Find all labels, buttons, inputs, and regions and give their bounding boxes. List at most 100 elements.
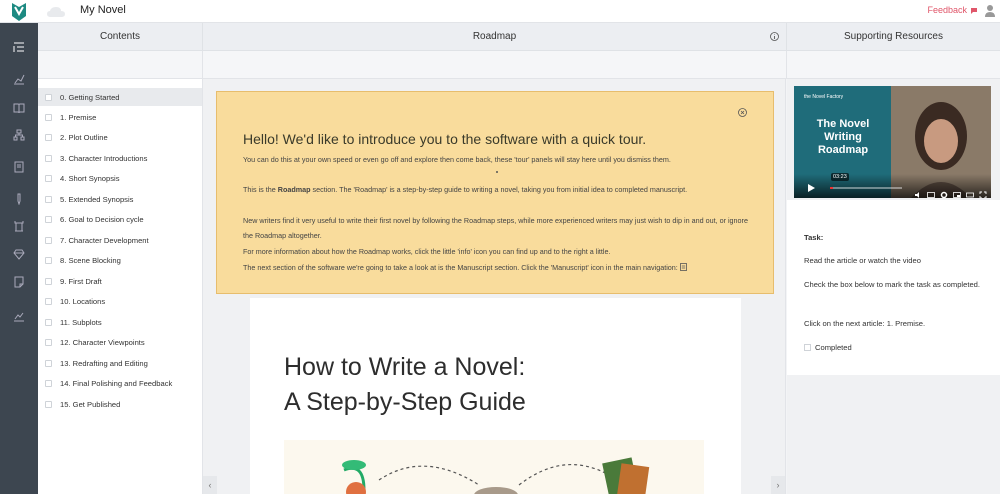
cloud-sync-icon — [46, 5, 66, 17]
toc-label: 7. Character Development — [60, 235, 149, 245]
article-title-line: A Step-by-Step Guide — [284, 388, 526, 416]
toc-checkbox[interactable] — [45, 236, 52, 244]
toc-label: 1. Premise — [60, 112, 97, 122]
tour-title: Hello! We'd like to introduce you to the… — [243, 131, 647, 147]
toc-item-scene-blocking[interactable]: 8. Scene Blocking — [38, 251, 202, 269]
video-progress-bar[interactable] — [830, 187, 902, 189]
theater-icon[interactable] — [966, 186, 974, 198]
gem-icon[interactable] — [9, 244, 29, 264]
roadmap-panel: Hello! We'd like to introduce you to the… — [202, 79, 786, 494]
toc-label: 12. Character Viewpoints — [60, 337, 145, 347]
volume-icon[interactable] — [914, 186, 922, 198]
toc-checkbox[interactable] — [45, 256, 52, 264]
article-illustration — [284, 440, 704, 494]
video-player[interactable]: the Novel Factory The Novel Writing Road… — [794, 86, 991, 198]
toc-item-character-development[interactable]: 7. Character Development — [38, 231, 202, 249]
toc-checkbox[interactable] — [45, 93, 52, 101]
feedback-label: Feedback — [927, 5, 967, 15]
toc-checkbox[interactable] — [45, 195, 52, 203]
captions-icon[interactable] — [927, 186, 935, 198]
roadmap-toolbar — [202, 51, 787, 79]
toc-label: 0. Getting Started — [60, 92, 120, 102]
tour-panel: Hello! We'd like to introduce you to the… — [216, 91, 774, 294]
contents-header: Contents — [38, 23, 202, 51]
toc-label: 4. Short Synopsis — [60, 173, 120, 183]
video-time: 03:23 — [831, 173, 849, 181]
hierarchy-icon[interactable] — [9, 125, 29, 145]
feedback-link[interactable]: Feedback — [927, 5, 978, 15]
toc-checkbox[interactable] — [45, 215, 52, 223]
toc-label: 3. Character Introductions — [60, 153, 148, 163]
manuscript-icon — [679, 263, 687, 271]
completed-checkbox[interactable]: Completed — [804, 343, 852, 352]
next-arrow-button[interactable]: › — [771, 476, 785, 494]
toc-checkbox[interactable] — [45, 318, 52, 326]
tour-text: This is the — [243, 185, 278, 194]
toc-checkbox[interactable] — [45, 400, 52, 408]
toc-checkbox[interactable] — [45, 359, 52, 367]
stats-icon[interactable] — [9, 306, 29, 326]
toc-item-subplots[interactable]: 11. Subplots — [38, 313, 202, 331]
article-title: How to Write a Novel: A Step-by-Step Gui… — [284, 350, 526, 420]
settings-gear-icon[interactable] — [940, 186, 948, 198]
toc-checkbox[interactable] — [45, 277, 52, 285]
task-label: Task: — [804, 233, 824, 242]
tower-icon[interactable] — [9, 216, 29, 236]
toc-item-premise[interactable]: 1. Premise — [38, 108, 202, 126]
toc-item-locations[interactable]: 10. Locations — [38, 292, 202, 310]
toc-item-redrafting[interactable]: 13. Redrafting and Editing — [38, 354, 202, 372]
toc-checkbox[interactable] — [45, 113, 52, 121]
fullscreen-icon[interactable] — [979, 186, 987, 198]
toc-label: 14. Final Polishing and Feedback — [60, 378, 173, 388]
info-icon[interactable] — [770, 32, 779, 41]
toc-item-get-published[interactable]: 15. Get Published — [38, 395, 202, 413]
app-logo-icon[interactable] — [0, 0, 38, 23]
book-icon[interactable] — [9, 98, 29, 118]
chart-icon[interactable] — [9, 69, 29, 89]
toc-checkbox[interactable] — [45, 297, 52, 305]
video-title: The Novel Writing Roadmap — [816, 118, 870, 156]
contents-icon[interactable] — [9, 37, 29, 57]
checkbox-label: Completed — [815, 343, 852, 352]
task-instruction: Click on the next article: 1. Premise. — [804, 319, 926, 328]
tour-paragraph: New writers find it very useful to write… — [243, 216, 748, 240]
toc-label: 2. Plot Outline — [60, 132, 108, 142]
miniplayer-icon[interactable] — [953, 186, 961, 198]
toc-checkbox[interactable] — [45, 133, 52, 141]
toc-label: 13. Redrafting and Editing — [60, 358, 148, 368]
roadmap-title: Roadmap — [472, 31, 517, 42]
toc-item-extended-synopsis[interactable]: 5. Extended Synopsis — [38, 190, 202, 208]
checkbox-box[interactable] — [804, 344, 811, 351]
close-icon[interactable] — [738, 108, 747, 117]
pen-icon[interactable] — [9, 189, 29, 209]
toc-label: 6. Goal to Decision cycle — [60, 214, 144, 224]
previous-arrow-button[interactable]: ‹ — [203, 476, 217, 494]
article-card: How to Write a Novel: A Step-by-Step Gui… — [250, 298, 741, 494]
resources-toolbar — [787, 51, 1000, 79]
toc-item-character-introductions[interactable]: 3. Character Introductions — [38, 149, 202, 167]
toc-item-final-polishing[interactable]: 14. Final Polishing and Feedback — [38, 374, 202, 392]
top-bar: My Novel Feedback — [0, 0, 1000, 23]
toc-item-first-draft[interactable]: 9. First Draft — [38, 272, 202, 290]
toc-label: 10. Locations — [60, 296, 106, 306]
toc-item-goal-to-decision[interactable]: 6. Goal to Decision cycle — [38, 210, 202, 228]
main-navigation — [0, 23, 38, 494]
toc-label: 9. First Draft — [60, 276, 102, 286]
play-icon[interactable] — [806, 183, 816, 193]
toc-checkbox[interactable] — [45, 174, 52, 182]
video-control-icons — [914, 186, 987, 198]
supporting-resources-panel: the Novel Factory The Novel Writing Road… — [787, 79, 1000, 494]
user-account-icon[interactable] — [984, 4, 996, 18]
toc-checkbox[interactable] — [45, 379, 52, 387]
toc-item-character-viewpoints[interactable]: 12. Character Viewpoints — [38, 333, 202, 351]
toc-checkbox[interactable] — [45, 338, 52, 346]
toc-label: 11. Subplots — [60, 317, 102, 327]
task-instruction: Check the box below to mark the task as … — [804, 280, 981, 289]
notes-icon[interactable] — [9, 272, 29, 292]
toc-checkbox[interactable] — [45, 154, 52, 162]
toc-item-plot-outline[interactable]: 2. Plot Outline — [38, 128, 202, 146]
toc-item-getting-started[interactable]: 0. Getting Started — [38, 88, 202, 106]
tour-paragraph: You can do this at your own speed or eve… — [243, 155, 671, 164]
toc-item-short-synopsis[interactable]: 4. Short Synopsis — [38, 169, 202, 187]
manuscript-icon[interactable] — [9, 157, 29, 177]
